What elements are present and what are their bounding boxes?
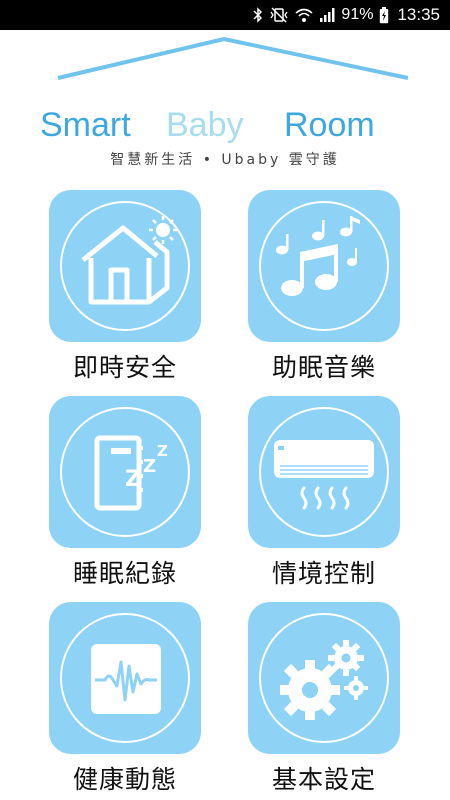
tile-background (49, 190, 201, 342)
menu-tile-scene-control[interactable]: 情境控制 (248, 396, 400, 588)
menu-tile-sleep-record[interactable]: Z Z Z 睡眠紀錄 (49, 396, 201, 588)
svg-text:Z: Z (125, 467, 141, 492)
music-notes-icon (276, 216, 360, 296)
menu-grid: 即時安全 助眠音樂 Z Z Z 睡眠紀錄 情境控制 健康動態 基本設定 (0, 0, 450, 800)
menu-label: 健康動態 (72, 765, 177, 794)
gears-icon (280, 640, 368, 720)
sleep-notebook-icon: Z Z Z (94, 435, 168, 511)
air-conditioner-icon (274, 440, 374, 510)
menu-tile-health[interactable]: 健康動態 (49, 602, 201, 794)
menu-tile-sleep-music[interactable]: 助眠音樂 (248, 190, 400, 382)
menu-label: 即時安全 (72, 353, 177, 382)
waveform-icon (91, 644, 161, 714)
tile-background (49, 602, 201, 754)
tile-background: Z Z Z (49, 396, 201, 548)
menu-label: 基本設定 (271, 765, 376, 794)
menu-label: 情境控制 (271, 559, 376, 588)
svg-text:Z: Z (143, 456, 156, 477)
menu-tile-settings[interactable]: 基本設定 (248, 602, 400, 794)
menu-tile-safety[interactable]: 即時安全 (49, 190, 201, 382)
tile-background (248, 190, 400, 342)
house-icon (81, 216, 177, 305)
tile-background (248, 396, 400, 548)
menu-label: 助眠音樂 (271, 353, 376, 382)
svg-text:Z: Z (157, 442, 168, 460)
menu-label: 睡眠紀錄 (72, 559, 177, 588)
tile-background (248, 602, 400, 754)
